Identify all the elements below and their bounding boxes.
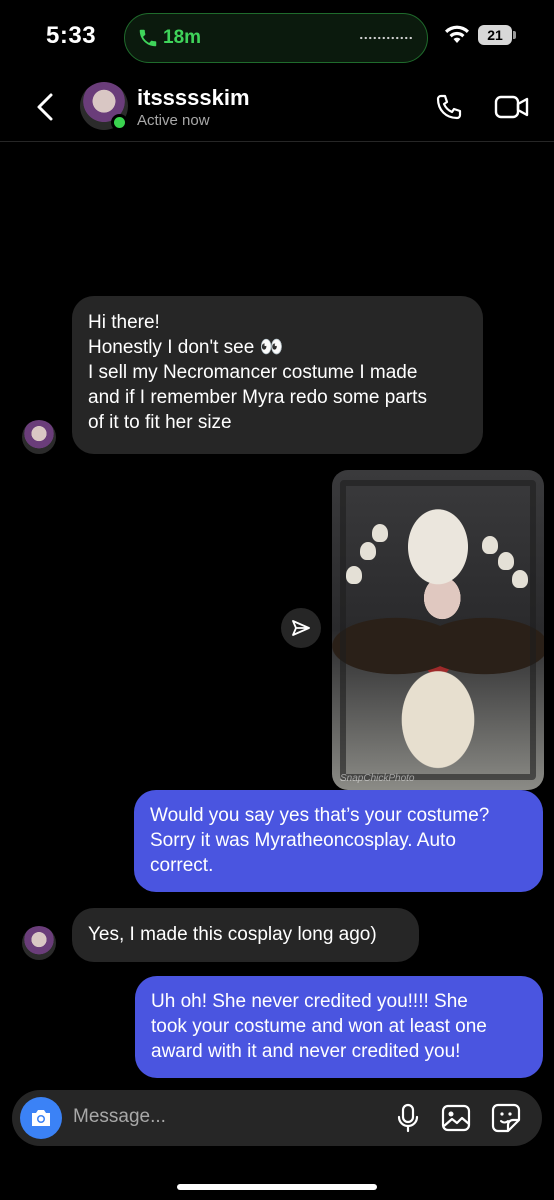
- message-line: who bought another cosplayers Seth: [159, 167, 468, 188]
- avatar[interactable]: [22, 926, 56, 960]
- camera-icon: [32, 1110, 50, 1126]
- home-indicator: [177, 1184, 377, 1190]
- message-line: Would you say yes that’s your costume?: [150, 805, 490, 826]
- battery-tip: [513, 31, 516, 39]
- skull-decoration: [372, 524, 388, 542]
- back-chevron-icon[interactable]: [34, 92, 56, 122]
- call-waveform: [359, 36, 413, 40]
- sent-message-bubble[interactable]: going around about the Seth cosplayer wh…: [143, 124, 542, 279]
- message-composer[interactable]: Message...: [12, 1090, 542, 1146]
- send-icon: [292, 620, 310, 636]
- message-line: going around about the Seth cosplayer: [159, 142, 486, 163]
- share-button[interactable]: [281, 608, 321, 648]
- skull-decoration: [346, 566, 362, 584]
- sticker-icon[interactable]: [490, 1102, 522, 1134]
- message-line: Honestly I don't see 👀: [88, 337, 284, 358]
- message-line: cosplay and claimed it as her own. Did: [159, 192, 484, 213]
- message-line: and if I remember Myra redo some parts: [88, 387, 427, 408]
- microphone-icon[interactable]: [392, 1102, 424, 1134]
- gallery-icon[interactable]: [440, 1102, 472, 1134]
- skull-decoration: [482, 536, 498, 554]
- call-duration: 18m: [163, 27, 202, 48]
- message-line: Uh oh! She never credited you!!!! She: [151, 991, 468, 1012]
- message-input[interactable]: Message...: [73, 1106, 166, 1128]
- message-line: of it to fit her size: [88, 412, 232, 433]
- message-line: Sorry it was Myratheoncosplay. Auto: [150, 830, 456, 851]
- sent-message-bubble[interactable]: Uh oh! She never credited you!!!! She to…: [135, 976, 543, 1078]
- video-camera-icon[interactable]: [494, 92, 530, 122]
- online-status-dot: [111, 114, 128, 131]
- received-message-bubble[interactable]: Hi there! Honestly I don't see 👀 I sell …: [72, 296, 483, 454]
- photo-frame: [340, 480, 536, 780]
- contact-status: Active now: [137, 112, 210, 129]
- battery-icon: 21: [478, 25, 512, 45]
- wifi-icon: [445, 25, 469, 43]
- avatar[interactable]: [22, 420, 56, 454]
- message-line: took your costume and won at least one: [151, 1016, 487, 1037]
- phone-icon[interactable]: [432, 92, 464, 124]
- message-line: I sell my Necromancer costume I made: [88, 362, 418, 383]
- skull-decoration: [360, 542, 376, 560]
- active-call-pill[interactable]: 18m: [124, 13, 428, 63]
- status-bar: 5:33 18m 21: [0, 0, 554, 72]
- message-line: you by chance sell her: [159, 217, 349, 238]
- message-line: award with it and never credited you!: [151, 1041, 461, 1062]
- sent-photo-message[interactable]: SnapChickPhoto: [332, 470, 544, 790]
- skull-decoration: [498, 552, 514, 570]
- sent-message-bubble[interactable]: Would you say yes that’s your costume? S…: [134, 790, 543, 892]
- message-line: Hi there!: [88, 312, 160, 333]
- contact-username[interactable]: itssssskim: [137, 85, 250, 111]
- received-message-bubble[interactable]: Yes, I made this cosplay long ago): [72, 908, 419, 962]
- message-line: (Myratheibcosplay) your Necromancer?: [159, 242, 492, 263]
- photo-watermark: SnapChickPhoto: [340, 773, 415, 784]
- status-time: 5:33: [46, 22, 97, 49]
- phone-icon: [139, 29, 157, 47]
- chat-header: itssssskim Active now: [0, 72, 554, 142]
- skull-decoration: [512, 570, 528, 588]
- camera-button[interactable]: [20, 1097, 62, 1139]
- message-line: correct.: [150, 855, 214, 876]
- message-line: Yes, I made this cosplay long ago): [88, 924, 377, 945]
